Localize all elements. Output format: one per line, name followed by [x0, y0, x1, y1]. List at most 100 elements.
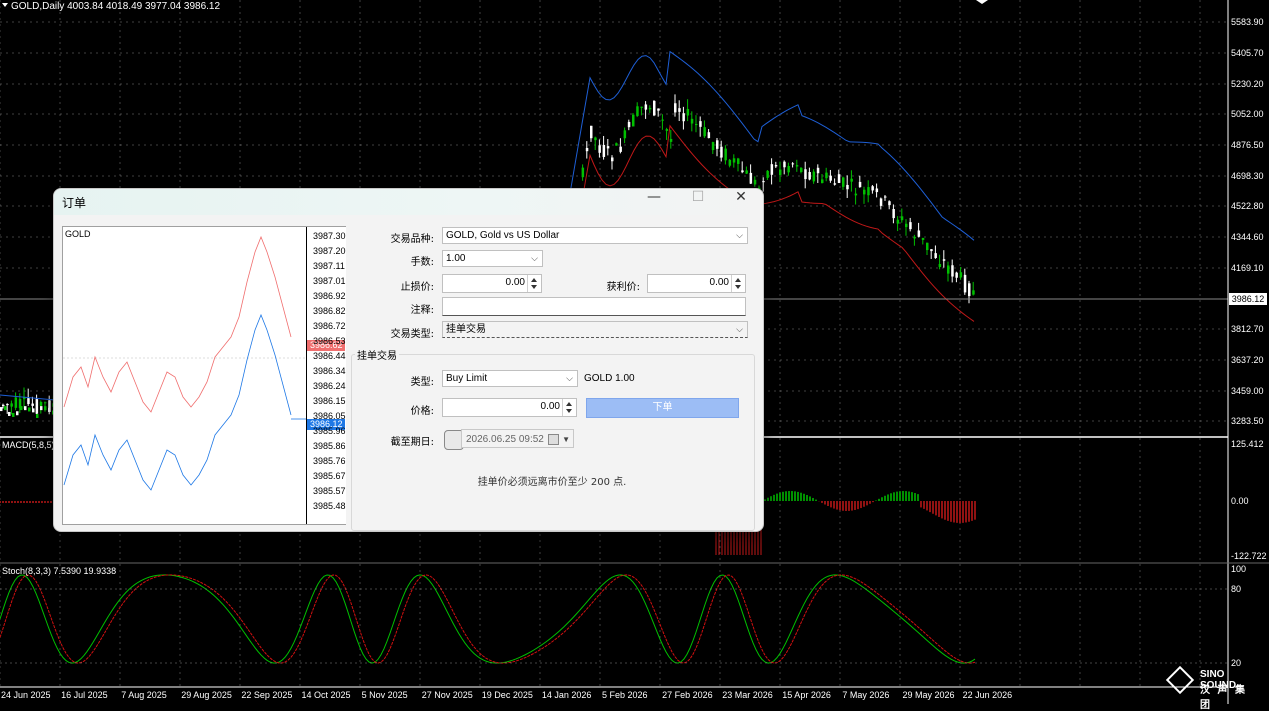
candle-body — [745, 170, 748, 174]
stop-loss-spinner[interactable] — [527, 275, 541, 292]
arrow-down-icon[interactable] — [735, 285, 741, 289]
candle-body — [669, 138, 673, 142]
candle-body — [720, 146, 723, 158]
candle-body — [2, 404, 5, 407]
volume-select[interactable]: 1.00 ⌵ — [442, 250, 543, 267]
calendar-icon[interactable] — [548, 434, 559, 445]
symbol-select[interactable]: GOLD, Gold vs US Dollar ⌵ — [442, 227, 748, 244]
take-profit-input[interactable]: 0.00 — [647, 274, 746, 293]
comment-input[interactable] — [442, 297, 746, 316]
candle-body — [787, 166, 790, 173]
time-axis-tick: 27 Feb 2026 — [662, 690, 713, 700]
candle-body — [791, 163, 795, 165]
candle-body — [926, 242, 929, 251]
candle-body — [770, 164, 774, 175]
candle-body — [10, 403, 13, 407]
price-spinner[interactable] — [562, 399, 576, 416]
execution-type-select[interactable]: 挂单交易 ⌵ — [442, 321, 748, 338]
candle-body — [905, 223, 908, 228]
volume-label: 手数: — [410, 257, 434, 268]
candle-body — [8, 411, 11, 416]
tick-axis-label: 3986.72 — [313, 321, 346, 331]
logo-diamond-icon — [1165, 665, 1195, 695]
tick-axis-label: 3987.30 — [313, 231, 346, 241]
candle-body — [0, 407, 3, 412]
stoch-label: Stoch(8,3,3) 7.5390 19.9338 — [2, 566, 117, 576]
stoch-main-line — [0, 574, 976, 664]
price-axis-tick: 5052.00 — [1231, 109, 1264, 119]
tick-axis-label: 3987.20 — [313, 246, 346, 256]
chevron-down-icon[interactable]: ▼ — [562, 430, 570, 449]
price-axis-tick: 3283.50 — [1231, 416, 1264, 426]
expiry-datetime-picker[interactable]: 2026.06.25 09:52 ▼ — [461, 429, 574, 448]
price-input[interactable]: 0.00 — [442, 398, 577, 417]
candle-body — [842, 177, 845, 187]
expiry-label: 截至期日: — [390, 437, 434, 448]
tick-axis-label: 3985.76 — [313, 456, 346, 466]
stop-loss-input[interactable]: 0.00 — [442, 274, 542, 293]
dialog-titlebar[interactable]: 订单 — ☐ ✕ — [54, 189, 763, 215]
candle-body — [930, 249, 933, 252]
close-button[interactable]: ✕ — [719, 189, 763, 215]
candle-body — [674, 103, 677, 113]
volume-value: 1.00 — [446, 253, 466, 264]
candle-body — [947, 265, 950, 274]
candle-body — [661, 119, 664, 121]
minimize-button[interactable]: — — [632, 189, 676, 215]
order-type-select[interactable]: Buy Limit ⌵ — [442, 370, 578, 387]
candle-body — [619, 146, 622, 152]
candle-body — [48, 407, 51, 412]
take-profit-spinner[interactable] — [731, 275, 745, 292]
tick-axis-label: 3986.92 — [313, 291, 346, 301]
candle-body — [636, 106, 639, 116]
symbol-label: 交易品种: — [390, 234, 434, 245]
tick-chart: GOLD 3986.62 3986.12 3987.30 3987.20 3987.… — [62, 226, 346, 525]
candle-body — [732, 158, 736, 163]
macd-axis-tick: 0.00 — [1231, 496, 1249, 506]
arrow-up-icon[interactable] — [735, 278, 741, 282]
arrow-up-icon[interactable] — [531, 278, 537, 282]
dropdown-triangle-icon[interactable] — [2, 3, 8, 7]
candle-body — [821, 179, 824, 184]
candle-body — [690, 118, 694, 124]
candle-body — [779, 169, 782, 175]
price-value: 0.00 — [540, 401, 560, 412]
tick-axis-label: 3985.86 — [313, 441, 346, 451]
price-axis-tick: 4344.60 — [1231, 232, 1264, 242]
candle-body — [753, 179, 757, 185]
candle-body — [611, 157, 614, 162]
chevron-down-icon: ⌵ — [531, 253, 538, 263]
take-profit-value: 0.00 — [709, 277, 729, 288]
order-dialog: 订单 — ☐ ✕ GOLD 3986.62 3986.12 3987.30 398… — [53, 188, 764, 532]
tick-chart-lines — [63, 235, 306, 491]
price-label: 价格: — [410, 406, 434, 417]
arrow-up-icon[interactable] — [566, 402, 572, 406]
candle-body — [913, 236, 916, 239]
candle-body — [678, 108, 681, 112]
candle-body — [716, 140, 719, 149]
candle-body — [804, 169, 807, 180]
pending-group-title: 挂单交易 — [355, 347, 399, 362]
candle-body — [921, 237, 925, 240]
candle-body — [16, 411, 19, 416]
time-axis-tick: 22 Jun 2026 — [962, 690, 1013, 700]
macd-label: MACD(5,8,5) — [2, 440, 55, 450]
price-axis-tick: 4876.50 — [1231, 140, 1264, 150]
time-axis-tick: 19 Dec 2025 — [481, 690, 533, 700]
stoch-axis-tick: 20 — [1231, 658, 1242, 668]
arrow-down-icon[interactable] — [531, 285, 537, 289]
candle-body — [867, 187, 870, 196]
candle-body — [640, 106, 643, 108]
macd-axis-tick: -122.722 — [1231, 551, 1267, 561]
chevron-down-icon: ⌵ — [566, 373, 573, 383]
pending-note: 挂单价必须远离市价至少 200 点. — [477, 477, 627, 488]
order-summary: GOLD 1.00 — [584, 373, 635, 384]
candle-body — [27, 398, 30, 404]
chart-header: GOLD,Daily 4003.84 4018.49 3977.04 3986.… — [2, 1, 220, 12]
candle-body — [594, 137, 597, 141]
place-order-button[interactable]: 下单 — [586, 398, 739, 418]
candle-body — [699, 121, 702, 127]
candle-body — [833, 183, 837, 185]
arrow-down-icon[interactable] — [566, 409, 572, 413]
maximize-button[interactable]: ☐ — [676, 189, 720, 215]
